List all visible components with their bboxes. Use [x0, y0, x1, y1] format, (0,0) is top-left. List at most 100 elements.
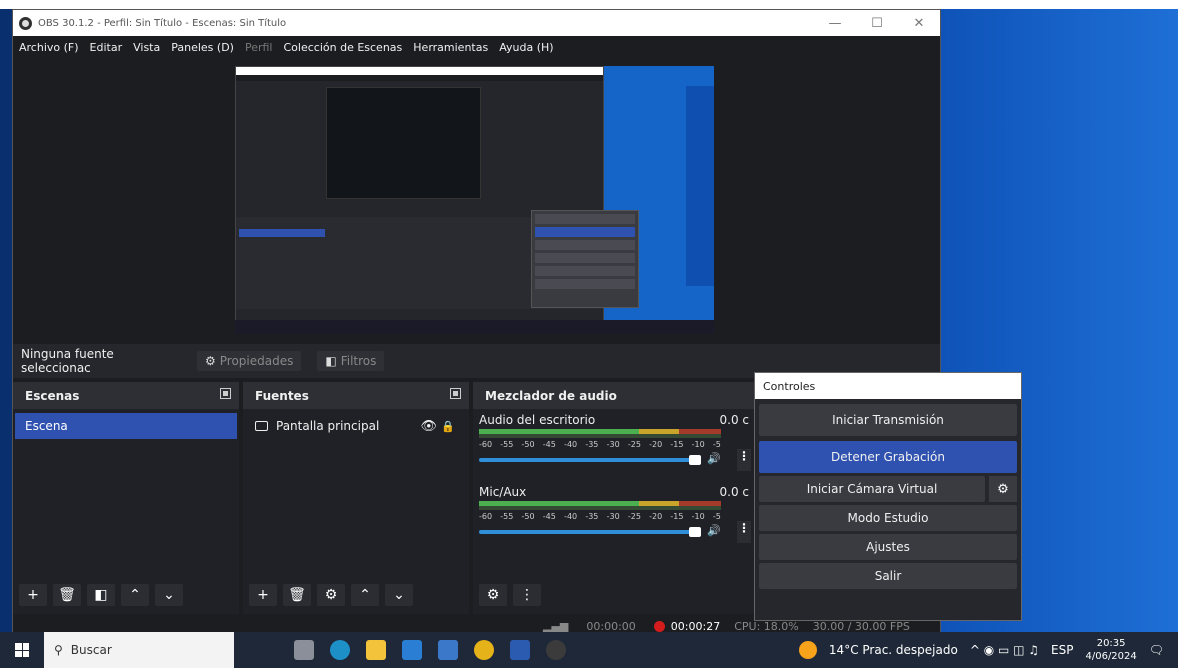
sources-title: Fuentes [255, 388, 309, 403]
menu-herramientas[interactable]: Herramientas [413, 41, 488, 54]
tray-icons[interactable]: ^ ◉ ▭ ◫ ♫ [970, 643, 1039, 657]
scenes-toolbar: + 🗑 ◧ ⌃ ⌄ [19, 584, 183, 606]
chrome-icon[interactable] [474, 640, 494, 660]
mixer-header: Mezclador de audio [473, 382, 755, 409]
cpu-usage: CPU: 18.0% [734, 619, 799, 633]
word-icon[interactable] [510, 640, 530, 660]
window-title: OBS 30.1.2 - Perfil: Sin Título - Escena… [38, 17, 287, 29]
move-up-button[interactable]: ⌃ [351, 584, 379, 606]
channel-name: Mic/Aux [479, 485, 527, 499]
mixer-toolbar: ⚙ ⋮ [479, 584, 541, 606]
clock-date: 4/06/2024 [1085, 651, 1137, 662]
record-dot-icon [653, 621, 665, 632]
channel-name: Audio del escritorio [479, 413, 596, 427]
search-placeholder: Buscar [70, 643, 112, 657]
virtual-camera-gear-icon[interactable]: ⚙ [989, 476, 1017, 502]
volume-slider[interactable]: 🔊 [479, 452, 721, 467]
system-tray: 14°C Prac. despejado ^ ◉ ▭ ◫ ♫ ESP 20:35… [798, 637, 1178, 663]
trash-icon[interactable]: 🗑 [53, 584, 81, 606]
mixer-menu-button[interactable]: ⋮ [513, 584, 541, 606]
maximize-button[interactable]: ☐ [856, 16, 898, 31]
stop-recording-button[interactable]: Detener Grabación [759, 441, 1017, 473]
source-label: Pantalla principal [276, 419, 380, 433]
filters-button[interactable]: ◧ Filtros [317, 351, 385, 371]
clock[interactable]: 20:35 4/06/2024 [1085, 637, 1136, 663]
studio-mode-button[interactable]: Modo Estudio [759, 505, 1017, 531]
no-source-selected-label: Ninguna fuente seleccionac [21, 347, 114, 375]
source-item[interactable]: Pantalla principal 👁 🔒 [245, 413, 467, 439]
preview-area[interactable] [13, 58, 940, 342]
fps-readout: 30.00 / 30.00 FPS [812, 619, 910, 633]
advanced-audio-button[interactable]: ⚙ [479, 584, 507, 606]
windows-icon [15, 643, 29, 657]
source-properties-button[interactable]: ⚙ [317, 584, 345, 606]
add-source-button[interactable]: + [249, 584, 277, 606]
exit-button[interactable]: Salir [759, 563, 1017, 589]
menu-archivo[interactable]: Archivo (F) [19, 41, 79, 54]
scenes-dock: Escenas Escena + 🗑 ◧ ⌃ ⌄ [13, 382, 239, 614]
menu-editar[interactable]: Editar [90, 41, 123, 54]
menu-perfil[interactable]: Perfil [245, 41, 273, 54]
language-indicator[interactable]: ESP [1051, 643, 1073, 657]
menu-ayuda[interactable]: Ayuda (H) [499, 41, 553, 54]
sources-header: Fuentes [243, 382, 469, 409]
title-bar: OBS 30.1.2 - Perfil: Sin Título - Escena… [13, 10, 940, 36]
obs-app-icon [19, 16, 32, 30]
properties-button[interactable]: ⚙ Propiedades [197, 351, 302, 371]
channel-menu-button[interactable]: ⋮ [737, 521, 751, 543]
visibility-eye-icon[interactable]: 👁 [420, 419, 437, 434]
store-icon[interactable] [438, 640, 458, 660]
scene-item[interactable]: Escena [15, 413, 237, 439]
close-button[interactable]: ✕ [898, 16, 940, 31]
trash-icon[interactable]: 🗑 [283, 584, 311, 606]
mixer-channel-mic: Mic/Aux 0.0 c -60 -55 -50 -45 -40 -35 -30 -25 -2… [473, 481, 755, 543]
menu-vista[interactable]: Vista [133, 41, 160, 54]
undock-icon[interactable] [450, 388, 461, 399]
monitor-icon [255, 421, 268, 431]
taskbar-search[interactable]: ⚲ Buscar [44, 632, 234, 668]
meter-ticks: -60 -55 -50 -45 -40 -35 -30 -25 -20 -15 -10 -5 [479, 440, 721, 449]
record-timer: 00:00:27 [670, 619, 721, 633]
start-streaming-button[interactable]: Iniciar Transmisión [759, 404, 1017, 436]
sources-toolbar: + 🗑 ⚙ ⌃ ⌄ [249, 584, 413, 606]
filter-icon: ◧ [325, 354, 337, 368]
add-scene-button[interactable]: + [19, 584, 47, 606]
scene-filters-button[interactable]: ◧ [87, 584, 115, 606]
speaker-icon[interactable]: 🔊 [707, 452, 721, 465]
scenes-title: Escenas [25, 388, 80, 403]
menu-bar: Archivo (F) Editar Vista Paneles (D) Per… [13, 36, 940, 58]
volume-slider[interactable]: 🔊 [479, 524, 721, 539]
notifications-icon[interactable]: 🗨 [1149, 643, 1164, 657]
move-down-button[interactable]: ⌄ [385, 584, 413, 606]
meter-ticks: -60 -55 -50 -45 -40 -35 -30 -25 -20 -15 -10 -5 [479, 512, 721, 521]
speaker-icon[interactable]: 🔊 [707, 524, 721, 537]
stream-timer: 00:00:00 [586, 619, 636, 633]
channel-menu-button[interactable]: ⋮ [737, 449, 751, 471]
file-explorer-icon[interactable] [366, 640, 386, 660]
minimize-button[interactable]: — [814, 16, 856, 31]
record-timer-block: 00:00:27 [653, 619, 721, 633]
taskbar-apps [294, 640, 566, 660]
start-virtual-camera-button[interactable]: Iniciar Cámara Virtual [759, 476, 985, 502]
controls-dock: Controles Iniciar Transmisión Detener Gr… [754, 372, 1022, 621]
edge-icon[interactable] [330, 640, 350, 660]
task-view-icon[interactable] [294, 640, 314, 660]
weather-icon [798, 641, 817, 659]
search-icon: ⚲ [54, 643, 63, 657]
lock-icon[interactable]: 🔒 [441, 420, 455, 433]
gear-icon: ⚙ [205, 354, 216, 368]
move-up-button[interactable]: ⌃ [121, 584, 149, 606]
start-button[interactable] [0, 632, 44, 668]
weather-text[interactable]: 14°C Prac. despejado [829, 643, 958, 657]
menu-paneles[interactable]: Paneles (D) [171, 41, 234, 54]
mixer-dock: Mezclador de audio Audio del escritorio … [473, 382, 755, 614]
menu-coleccion-escenas[interactable]: Colección de Escenas [284, 41, 403, 54]
obs-taskbar-icon[interactable] [546, 640, 566, 660]
properties-label: Propiedades [219, 354, 294, 368]
channel-level: 0.0 c [719, 485, 750, 499]
undock-icon[interactable] [220, 388, 231, 399]
preview-capture [235, 66, 714, 334]
mail-icon[interactable] [402, 640, 422, 660]
move-down-button[interactable]: ⌄ [155, 584, 183, 606]
settings-button[interactable]: Ajustes [759, 534, 1017, 560]
